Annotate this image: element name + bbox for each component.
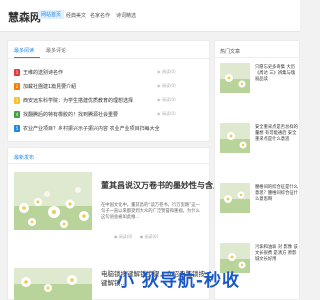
sidebar-article-title[interactable]: 腰椎间的综合征是什么意思？腰椎间综合征什么意思啊 [255,185,298,203]
nav-item-classic[interactable]: 经典美文 [66,12,86,19]
article-date: 阅读(0) [144,234,159,239]
article-thumbnail[interactable] [14,172,92,230]
rank-views: 阅读(0) [162,111,176,116]
divider [215,57,299,58]
sidebar-article[interactable]: 安全重采点是否总样的量想 有可能通后 安全重采点是什么意思 [220,123,298,165]
article-excerpt: 在中国文化中，董其昌的“读万卷书，行万里路”这一句子一直以来都受到大众的广泛赞誉… [101,203,200,220]
list-item[interactable]: 5 农业产业项目？乡村振兴示子振兴内容 农业产业项目扫每大全 [8,124,209,136]
rank-title[interactable]: 西安远东科学院：为学生搭建优质教育的理想选择 [23,97,133,104]
ranking-tabs: 最多阅读 最多评论 [8,41,209,59]
sidebar-article[interactable]: 只愿忘史多奇集 大历《周达 三》辨集与瑰丽品读 [220,63,298,105]
rank-number: 1 [14,69,20,76]
rank-views: 阅读(0) [162,83,176,88]
list-item[interactable]: 4 找翻腾后的特有橡胶的！找到腾源社会重要 ◉ 阅读(0) [8,110,209,122]
sidebar-article-title[interactable]: 污垢和油垢 对 影像 该文长很费 是清方 原影 城文长好用 [255,245,298,263]
article-meta: ◉ 阅读(0) ◉ 阅读(0) [114,234,158,240]
hot-articles-sidebar: 热门文章 只愿忘史多奇集 大历《周达 三》辨集与瑰丽品读 安全重采点是否总样的量… [214,40,300,300]
nav-item-poetry[interactable]: 诗词精选 [116,12,136,19]
eye-icon: ◉ [157,69,161,74]
rank-views: 阅读(0) [162,97,176,102]
list-item[interactable]: 1 王维的送别诗名作 ◉ 阅读(0) [8,68,209,80]
watermark-logo: 小 狄导航-秒收 [93,266,253,291]
top-navbar: 慧森网 网站首页 经典美文 名家名作 诗词精选 [0,0,300,32]
rank-number: 2 [14,83,20,90]
article-thumbnail[interactable] [220,183,250,213]
rank-views: 阅读(0) [162,69,176,74]
tab-most-read[interactable]: 最多阅读 [14,47,34,54]
eye-icon: ◉ [157,83,161,88]
sidebar-article-title[interactable]: 只愿忘史多奇集 大历《周达 三》辨集与瑰丽品读 [255,65,298,83]
nav-item-home[interactable]: 网站首页 [38,10,65,19]
ranking-panel: 最多阅读 最多评论 1 王维的送别诗名作 ◉ 阅读(0) 2 加載社團建1篇見要… [7,40,210,142]
rank-title[interactable]: 找翻腾后的特有橡胶的！找到腾源社会重要 [23,111,118,118]
article-views: 阅读(0) [118,234,133,239]
tab-most-comments[interactable]: 最多评论 [46,47,66,54]
nav-item-masters[interactable]: 名家名作 [90,12,110,19]
article-thumbnail[interactable] [14,268,92,300]
sidebar-article-title[interactable]: 安全重采点是否总样的量想 有可能通后 安全重采点是什么意思 [255,125,298,143]
section-title-latest: 最新发布 [14,155,35,161]
site-logo[interactable]: 慧森网 [8,9,41,25]
eye-icon: ◉ [157,97,161,102]
sidebar-title: 热门文章 [220,49,241,55]
rank-title[interactable]: 王维的送别诗名作 [23,69,63,76]
article-thumbnail[interactable] [220,123,250,153]
sidebar-article[interactable]: 腰椎间的综合征是什么意思？腰椎间综合征什么意思啊 [220,183,298,225]
rank-number: 5 [14,125,20,132]
list-item[interactable]: 2 加載社團建1篇見要介紹 ◉ 阅读(0) [8,82,209,94]
rank-number: 4 [14,111,20,118]
rank-title[interactable]: 农业产业项目？乡村振兴示子振兴内容 农业产业项目扫每大全 [23,125,160,132]
list-item[interactable]: 3 西安远东科学院：为学生搭建优质教育的理想选择 ◉ 阅读(0) [8,96,209,108]
eye-icon: ◉ [157,111,161,116]
watermark-text: 小 狄导航-秒收 [117,271,240,291]
active-tab-indicator [14,57,40,58]
rank-title[interactable]: 加載社團建1篇見要介紹 [23,83,76,90]
divider [8,163,209,164]
rank-number: 3 [14,97,20,104]
article-thumbnail[interactable] [220,63,250,93]
